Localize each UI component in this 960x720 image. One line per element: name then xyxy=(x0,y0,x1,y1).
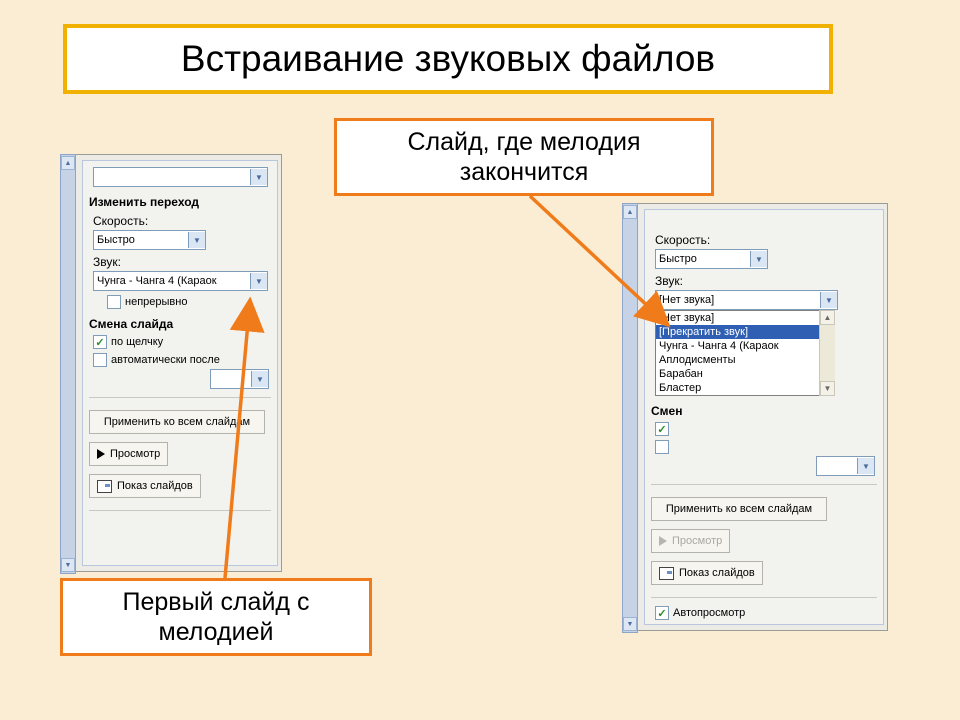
callout-arrows xyxy=(0,0,960,720)
